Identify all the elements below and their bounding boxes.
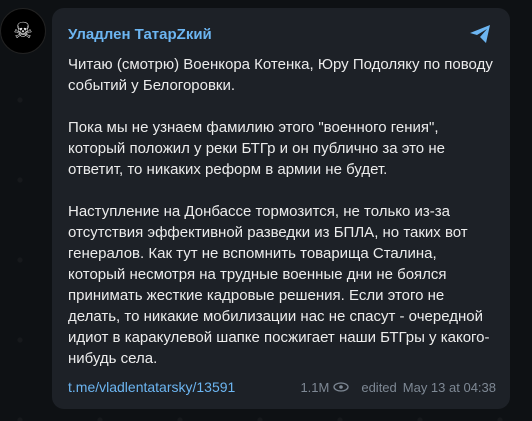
message-paragraph: Наступление на Донбассе тормозится, не т…: [68, 203, 490, 367]
message-paragraph: Пока мы не узнаем фамилию этого "военног…: [68, 119, 445, 178]
eye-icon: [333, 382, 349, 392]
skull-crossbones-icon: ☠: [13, 18, 33, 43]
message-timestamp: May 13 at 04:38: [402, 379, 496, 395]
views-value: 1.1M: [300, 379, 330, 395]
view-count: 1.1M: [300, 380, 349, 395]
sender-name[interactable]: Уладлен ТатарZкий: [68, 26, 496, 44]
share-arrow-icon[interactable]: [468, 22, 492, 46]
message-paragraph: Читаю (смотрю) Военкора Котенка, Юру Под…: [68, 56, 493, 94]
edited-label: edited: [361, 379, 397, 395]
channel-avatar[interactable]: ☠: [0, 8, 46, 54]
message-text: Читаю (смотрю) Военкора Котенка, Юру Под…: [68, 54, 496, 369]
message-bubble: Уладлен ТатарZкий Читаю (смотрю) Военкор…: [52, 8, 510, 409]
message-footer: t.me/vladlentatarsky/13591 1.1M edited M…: [68, 379, 496, 395]
post-link[interactable]: t.me/vladlentatarsky/13591: [68, 379, 235, 395]
